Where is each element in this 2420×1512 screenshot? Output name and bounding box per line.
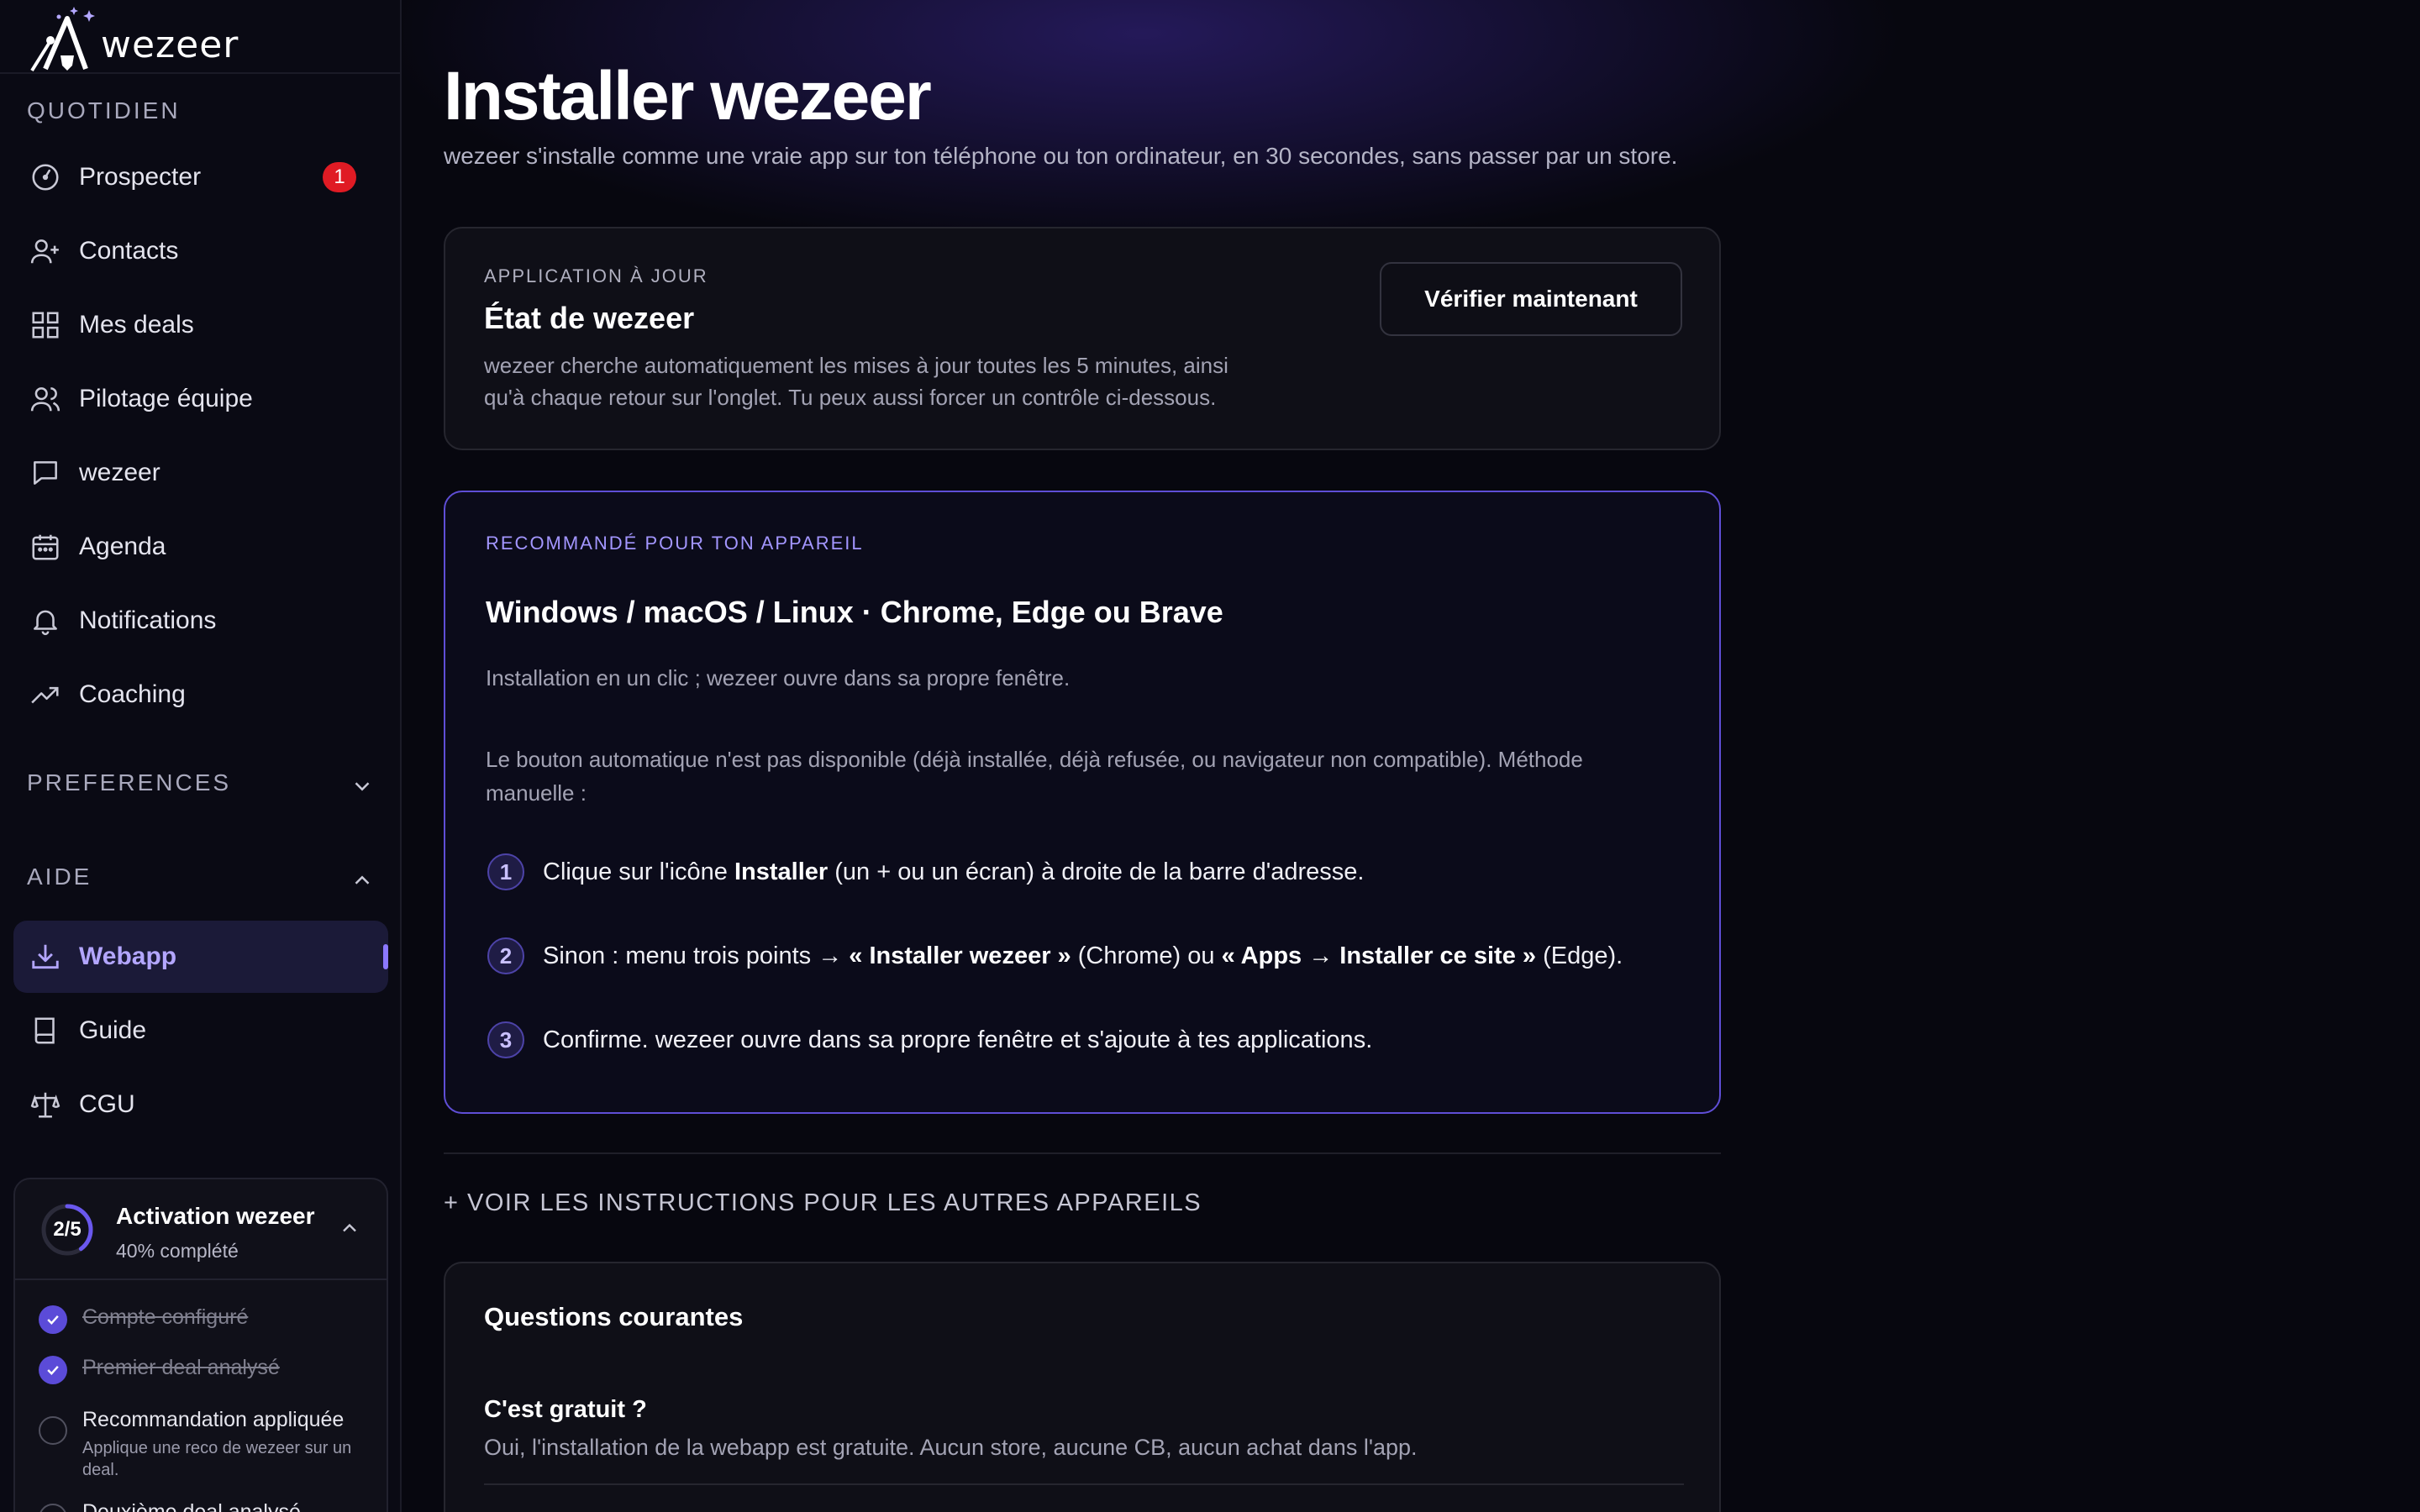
sidebar-item-cgu[interactable]: CGU	[13, 1068, 388, 1141]
compass-icon	[29, 160, 62, 194]
step-text: Clique sur l'icône Installer (un + ou un…	[543, 858, 1365, 885]
sidebar-item-pilotage-equipe[interactable]: Pilotage équipe	[13, 363, 388, 435]
step-number: 1	[487, 853, 524, 890]
users-icon	[29, 382, 62, 416]
book-icon	[29, 1014, 62, 1047]
progress-text: 2/5	[53, 1218, 82, 1241]
app-name: wezeer	[101, 24, 239, 66]
wezeer-logo-icon	[30, 7, 95, 72]
faq-title: Questions courantes	[484, 1302, 744, 1331]
section-title-preferences[interactable]: PREFERENCES	[27, 769, 231, 796]
install-step: 1 Clique sur l'icône Installer (un + ou …	[487, 853, 1365, 890]
chevron-up-icon[interactable]	[350, 868, 375, 893]
bell-icon	[29, 604, 62, 638]
sidebar-item-coaching[interactable]: Coaching	[13, 659, 388, 731]
sidebar-item-label: Notifications	[79, 606, 217, 634]
faq-card: Questions courantes C'est gratuit ? Oui,…	[444, 1262, 1721, 1512]
grid-icon	[29, 308, 62, 342]
sidebar-item-label: Prospecter	[79, 163, 202, 191]
task-item[interactable]: Deuxième deal analysé	[39, 1500, 301, 1512]
download-icon	[29, 940, 62, 974]
task-label: Compte configuré	[82, 1305, 249, 1329]
sidebar-item-label: CGU	[79, 1090, 135, 1118]
task-label: Deuxième deal analysé	[82, 1500, 301, 1512]
activation-card: 2/5 Activation wezeer 40% complété Compt…	[13, 1178, 388, 1512]
status-title: État de wezeer	[484, 301, 695, 335]
main-content: Installer wezeer wezeer s'installe comme…	[403, 0, 2420, 1512]
sidebar-item-label: Coaching	[79, 680, 186, 708]
page-title: Installer wezeer	[444, 58, 932, 134]
scale-icon	[29, 1088, 62, 1121]
faq-answer: Oui, l'installation de la webapp est gra…	[484, 1435, 1418, 1460]
task-label: Recommandation appliquée	[82, 1408, 345, 1431]
faq-question[interactable]: C'est gratuit ?	[484, 1396, 647, 1424]
task-item[interactable]: Compte configuré	[39, 1305, 248, 1334]
sidebar-item-label: Webapp	[79, 942, 177, 970]
step-number: 2	[487, 937, 524, 974]
check-icon	[39, 1305, 67, 1334]
recommended-title: Windows / macOS / Linux · Chrome, Edge o…	[486, 595, 1223, 629]
sidebar-item-wezeer[interactable]: wezeer	[13, 437, 388, 509]
sidebar-item-label: Agenda	[79, 533, 166, 560]
faq-divider	[484, 1483, 1684, 1485]
sidebar-item-label: wezeer	[79, 459, 160, 486]
status-text-line: qu'à chaque retour sur l'onglet. Tu peux…	[484, 385, 1217, 410]
step-text: Confirme. wezeer ouvre dans sa propre fe…	[543, 1026, 1373, 1053]
manual-line: Le bouton automatique n'est pas disponib…	[486, 747, 1583, 772]
chat-icon	[29, 456, 62, 490]
empty-circle-icon	[39, 1416, 67, 1445]
chevron-down-icon[interactable]	[350, 774, 375, 799]
user-plus-icon	[29, 234, 62, 268]
sidebar-item-label: Pilotage équipe	[79, 385, 253, 412]
install-step: 2 Sinon : menu trois points → « Installe…	[487, 937, 1623, 974]
chevron-up-icon[interactable]	[338, 1216, 361, 1240]
activation-header[interactable]: 2/5 Activation wezeer 40% complété	[15, 1179, 387, 1280]
install-step: 3 Confirme. wezeer ouvre dans sa propre …	[487, 1021, 1372, 1058]
empty-circle-icon	[39, 1504, 67, 1512]
sidebar-item-label: Contacts	[79, 237, 179, 265]
sidebar-item-webapp[interactable]: Webapp	[13, 921, 388, 993]
step-number: 3	[487, 1021, 524, 1058]
sidebar-item-label: Mes deals	[79, 311, 194, 339]
task-description: Applique une reco de wezeer sur un deal.	[82, 1439, 352, 1479]
notification-badge: 1	[323, 162, 356, 192]
section-title-help[interactable]: AIDE	[27, 864, 92, 890]
check-now-button[interactable]: Vérifier maintenant	[1380, 262, 1682, 336]
recommended-intro: Installation en un clic ; wezeer ouvre d…	[486, 665, 1071, 690]
step-text: Sinon : menu trois points → « Installer …	[543, 942, 1623, 969]
sidebar-item-contacts[interactable]: Contacts	[13, 215, 388, 287]
activation-title: Activation wezeer	[116, 1203, 315, 1229]
trending-up-icon	[29, 678, 62, 711]
sidebar-item-notifications[interactable]: Notifications	[13, 585, 388, 657]
sidebar-item-guide[interactable]: Guide	[13, 995, 388, 1067]
recommended-eyebrow: RECOMMANDÉ POUR TON APPAREIL	[486, 533, 864, 554]
manual-instructions: Le bouton automatique n'est pas disponib…	[486, 743, 1679, 810]
logo[interactable]: wezeer	[0, 0, 400, 74]
page-subtitle: wezeer s'installe comme une vraie app su…	[444, 143, 1678, 169]
section-title-daily: QUOTIDIEN	[27, 97, 181, 123]
check-icon	[39, 1356, 67, 1384]
status-eyebrow: APPLICATION À JOUR	[484, 265, 708, 286]
activation-subtitle: 40% complété	[116, 1240, 239, 1262]
task-item[interactable]: Premier deal analysé	[39, 1356, 280, 1384]
sidebar-item-prospecter[interactable]: Prospecter 1	[13, 141, 388, 213]
divider	[444, 1152, 1721, 1154]
task-item[interactable]: Recommandation appliquée Applique une re…	[39, 1408, 368, 1481]
status-card: APPLICATION À JOUR État de wezeer wezeer…	[444, 227, 1721, 450]
sidebar-item-mes-deals[interactable]: Mes deals	[13, 289, 388, 361]
sidebar: wezeer QUOTIDIEN Prospecter 1 Contacts M…	[0, 0, 402, 1512]
task-label: Premier deal analysé	[82, 1356, 280, 1379]
sidebar-item-label: Guide	[79, 1016, 147, 1044]
status-text-line: wezeer cherche automatiquement les mises…	[484, 353, 1228, 378]
other-devices-toggle[interactable]: + VOIR LES INSTRUCTIONS POUR LES AUTRES …	[444, 1189, 1202, 1217]
sidebar-item-agenda[interactable]: Agenda	[13, 511, 388, 583]
manual-line: manuelle :	[486, 780, 587, 806]
calendar-icon	[29, 530, 62, 564]
recommended-card: RECOMMANDÉ POUR TON APPAREIL Windows / m…	[444, 491, 1721, 1114]
status-text: wezeer cherche automatiquement les mises…	[484, 349, 1228, 413]
